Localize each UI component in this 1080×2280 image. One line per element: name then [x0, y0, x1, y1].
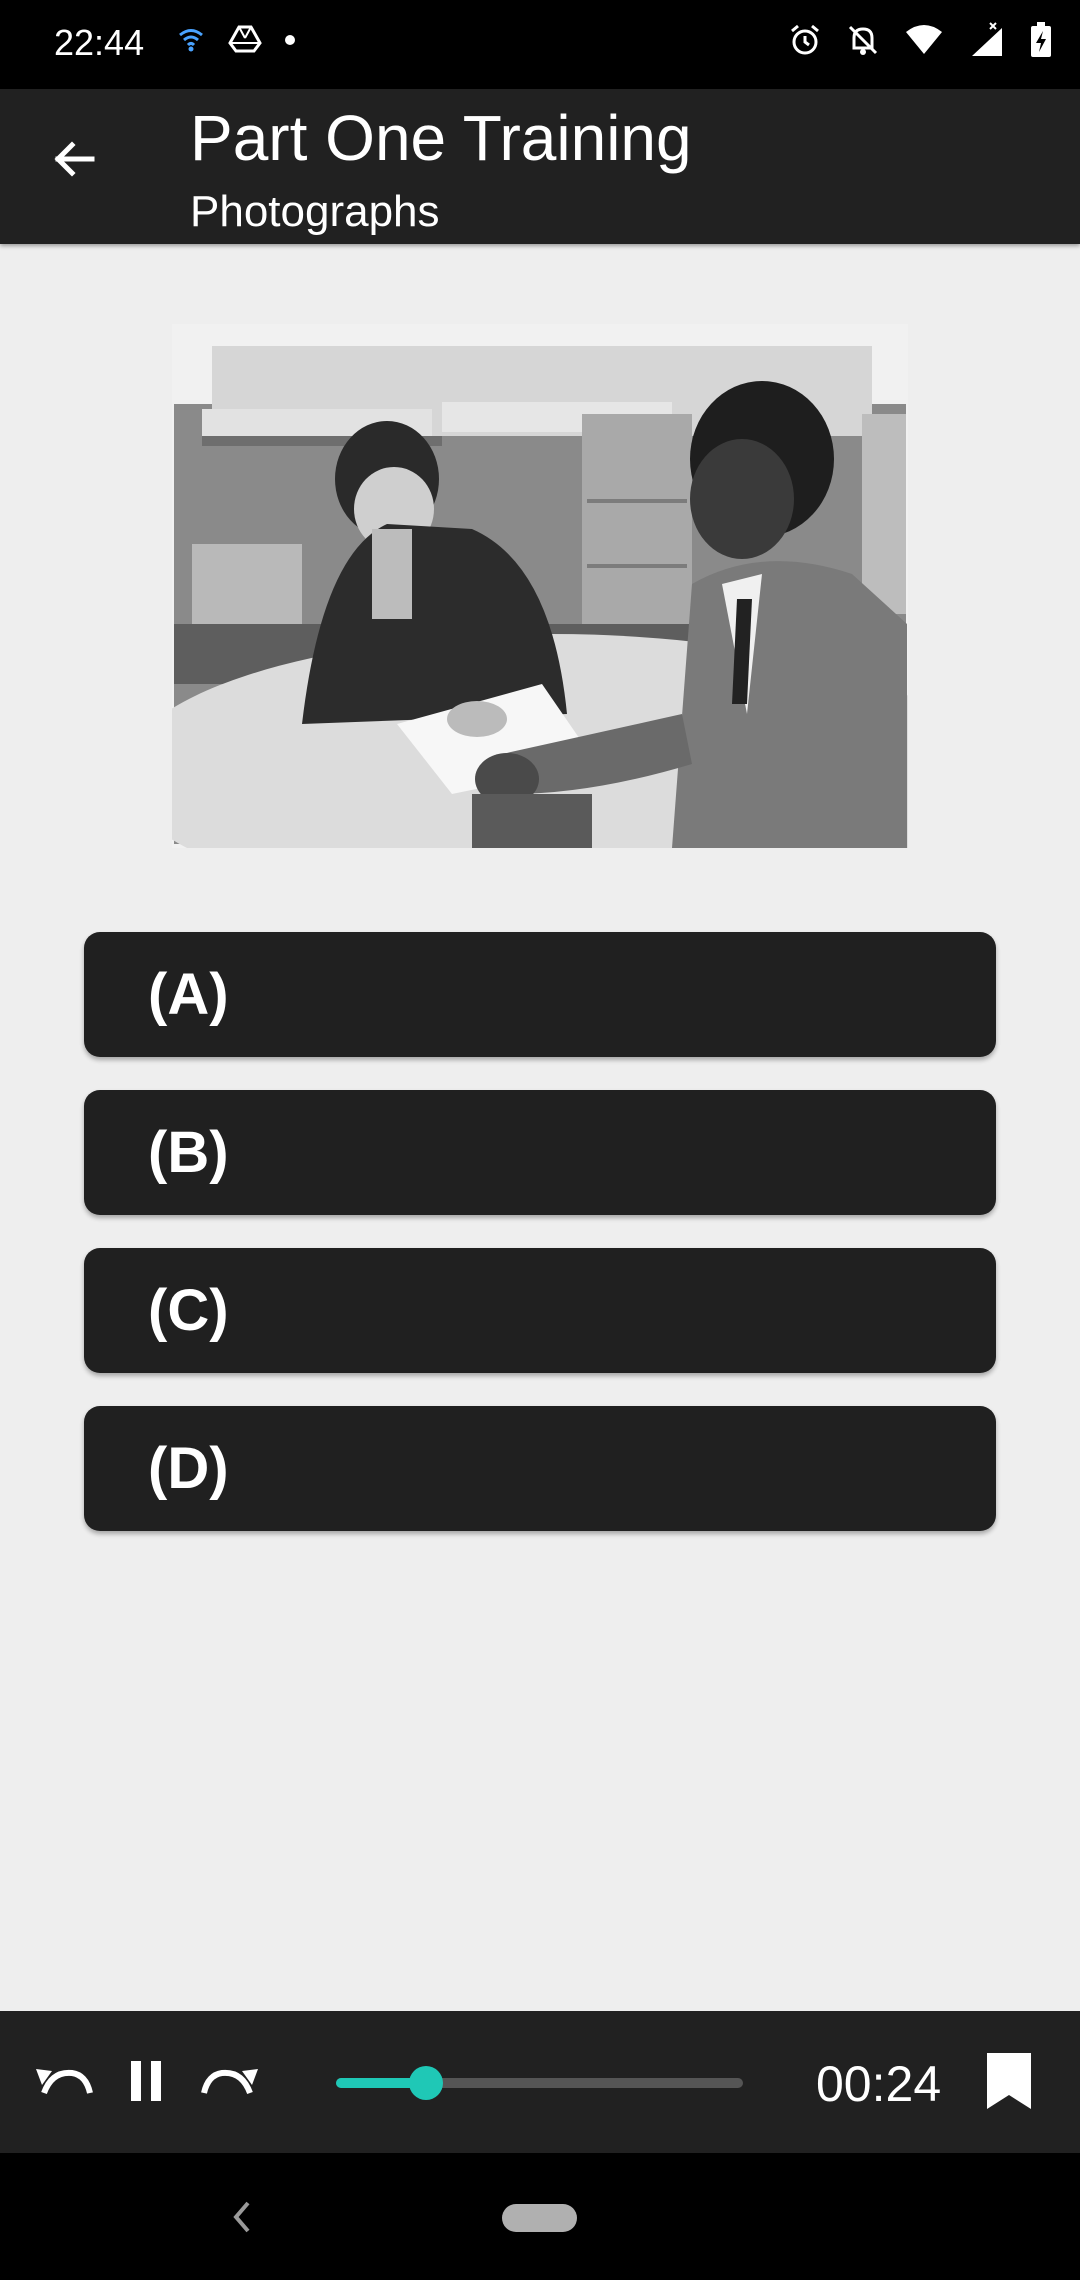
undo-icon	[34, 2059, 94, 2108]
option-a-button[interactable]: (A)	[84, 932, 996, 1057]
elapsed-time: 00:24	[816, 2056, 942, 2112]
option-label: (B)	[148, 1120, 229, 1185]
option-label: (C)	[148, 1278, 229, 1343]
system-nav-bar	[0, 2153, 1080, 2280]
pause-button[interactable]	[126, 2055, 166, 2111]
question-photo	[172, 324, 908, 848]
drive-icon	[228, 24, 262, 59]
back-button[interactable]	[44, 131, 104, 191]
page-subtitle: Photographs	[190, 187, 440, 236]
status-bar: 22:44	[0, 0, 1080, 89]
battery-charging-icon	[1030, 22, 1052, 63]
cellular-signal-icon	[968, 22, 1006, 63]
bookmark-icon	[985, 2051, 1033, 2116]
home-pill-icon[interactable]	[502, 2204, 577, 2232]
app-bar: Part One Training Photographs	[0, 89, 1080, 244]
wifi-icon	[904, 24, 944, 61]
pause-icon	[129, 2059, 163, 2108]
audio-progress-slider[interactable]	[336, 2066, 743, 2100]
audio-progress-thumb[interactable]	[408, 2066, 443, 2100]
page-title: Part One Training	[190, 102, 692, 174]
notifications-off-icon	[846, 23, 880, 62]
dot-icon	[284, 33, 296, 51]
alarm-icon	[788, 23, 822, 62]
bookmark-button[interactable]	[984, 2052, 1034, 2111]
option-c-button[interactable]: (C)	[84, 1248, 996, 1373]
forward-button[interactable]	[200, 2055, 260, 2111]
status-time: 22:44	[54, 22, 145, 63]
rewind-button[interactable]	[34, 2055, 94, 2111]
arrow-left-icon	[50, 135, 98, 188]
wifi-signal-icon	[176, 24, 206, 59]
option-label: (A)	[148, 962, 229, 1027]
option-label: (D)	[148, 1436, 229, 1501]
redo-icon	[200, 2059, 260, 2108]
chevron-left-icon[interactable]	[226, 2197, 256, 2242]
option-b-button[interactable]: (B)	[84, 1090, 996, 1215]
option-d-button[interactable]: (D)	[84, 1406, 996, 1531]
